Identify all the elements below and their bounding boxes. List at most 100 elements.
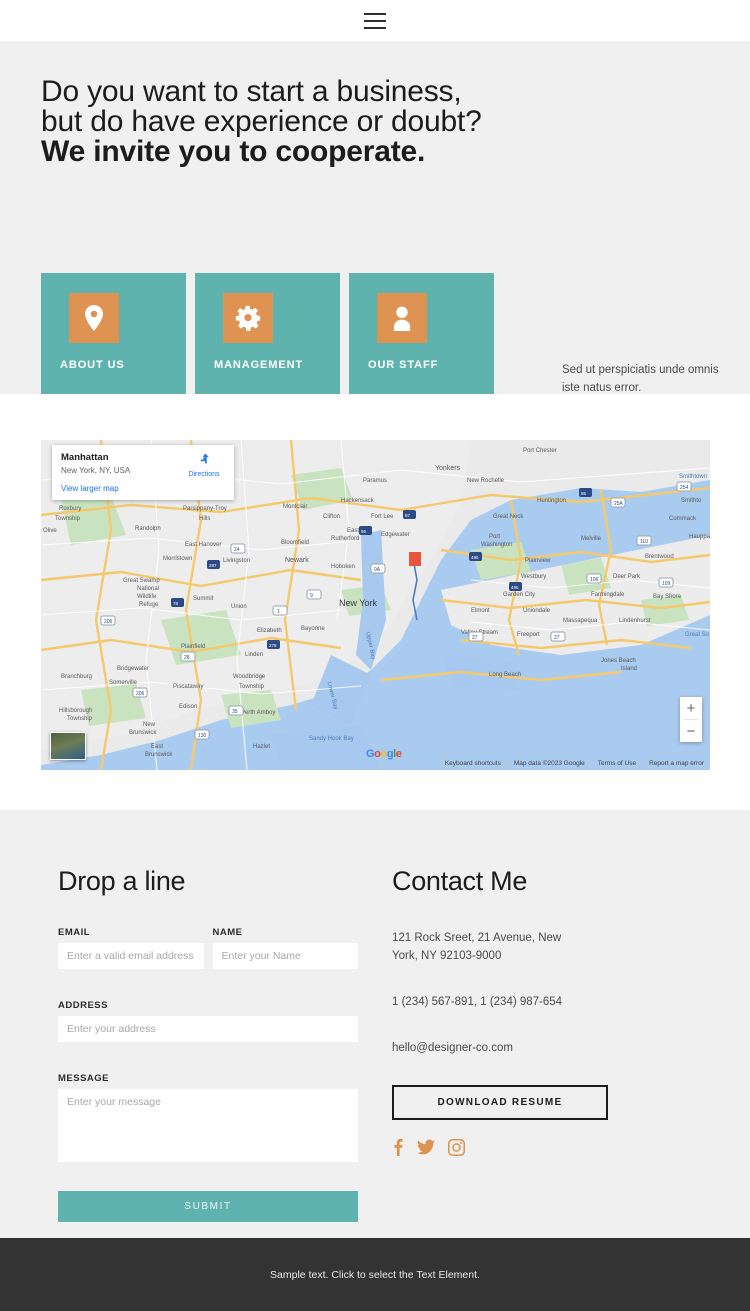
svg-text:Branchburg: Branchburg xyxy=(61,674,92,680)
svg-text:Wildlife: Wildlife xyxy=(137,594,157,600)
burger-line xyxy=(364,12,386,15)
map-info-card[interactable]: Manhattan New York, NY, USA View larger … xyxy=(52,445,234,500)
name-label: NAME xyxy=(212,927,243,938)
contact-email[interactable]: hello@designer-co.com xyxy=(392,1039,692,1057)
svg-text:National: National xyxy=(137,586,159,592)
svg-text:Newark: Newark xyxy=(285,557,309,564)
svg-text:Huntington: Huntington xyxy=(537,498,566,504)
hero-section: Do you want to start a business, but do … xyxy=(0,41,750,395)
svg-text:9: 9 xyxy=(310,593,313,599)
svg-text:Paramus: Paramus xyxy=(363,478,387,484)
street-view-thumbnail[interactable] xyxy=(50,732,86,760)
svg-text:Island: Island xyxy=(621,666,637,672)
email-label: EMAIL xyxy=(58,927,91,938)
svg-text:Lindenhurst: Lindenhurst xyxy=(619,618,651,624)
svg-text:Port: Port xyxy=(489,534,500,540)
email-input[interactable] xyxy=(58,943,204,969)
google-logo: Google xyxy=(366,748,402,760)
svg-text:35: 35 xyxy=(232,709,238,715)
svg-text:Brunswick: Brunswick xyxy=(145,752,173,758)
map-attribution: Keyboard shortcuts Map data ©2023 Google… xyxy=(439,757,710,770)
svg-text:110: 110 xyxy=(640,539,648,545)
svg-text:Hackensack: Hackensack xyxy=(341,498,375,504)
hero-heading: Do you want to start a business, but do … xyxy=(41,41,709,167)
svg-text:Uniondale: Uniondale xyxy=(523,608,551,614)
card-management[interactable]: MANAGEMENT xyxy=(195,273,340,395)
svg-text:Hoboken: Hoboken xyxy=(331,564,355,570)
terms-of-use-link[interactable]: Terms of Use xyxy=(590,757,642,770)
svg-text:87: 87 xyxy=(405,513,411,518)
contact-info-title: Contact Me xyxy=(392,866,528,896)
svg-text:Clifton: Clifton xyxy=(323,514,340,520)
site-header xyxy=(0,0,750,41)
facebook-icon[interactable] xyxy=(392,1138,404,1156)
svg-text:Plainfield: Plainfield xyxy=(181,644,205,650)
svg-text:130: 130 xyxy=(198,733,207,739)
svg-text:Roxbury: Roxbury xyxy=(59,506,81,512)
hamburger-menu-icon[interactable] xyxy=(364,12,386,29)
view-larger-map-link[interactable]: View larger map xyxy=(61,483,225,495)
svg-text:Smithtown: Smithtown xyxy=(679,474,707,480)
instagram-icon[interactable] xyxy=(448,1138,465,1156)
directions-button[interactable]: Directions xyxy=(183,452,225,478)
svg-text:27: 27 xyxy=(554,635,560,641)
svg-text:Piscataway: Piscataway xyxy=(173,684,203,690)
zoom-out-button[interactable]: − xyxy=(680,720,702,742)
svg-text:Olive: Olive xyxy=(43,528,57,534)
svg-text:Jones Beach: Jones Beach xyxy=(601,658,636,664)
svg-text:206: 206 xyxy=(136,691,145,697)
zoom-in-button[interactable]: + xyxy=(680,697,702,719)
svg-text:24: 24 xyxy=(234,547,240,553)
map-zoom-controls: + − xyxy=(680,697,702,742)
person-icon xyxy=(377,293,427,343)
form-row-email-name: EMAIL NAME xyxy=(58,927,358,969)
svg-text:Edgewater: Edgewater xyxy=(381,532,410,538)
directions-icon xyxy=(200,453,209,464)
contact-form-column: Drop a line EMAIL NAME ADDRESS MESSAGE xyxy=(58,866,358,1222)
field-group-message: MESSAGE xyxy=(58,1073,358,1167)
hero-line-2: but do have experience or doubt? xyxy=(41,105,482,138)
svg-text:Parsippany-Troy: Parsippany-Troy xyxy=(183,506,227,512)
svg-text:Elizabeth: Elizabeth xyxy=(257,628,282,634)
svg-text:Great Swamp: Great Swamp xyxy=(123,578,160,584)
svg-text:Deer Park: Deer Park xyxy=(613,574,641,580)
svg-text:Garden City: Garden City xyxy=(503,592,535,598)
download-resume-button[interactable]: DOWNLOAD RESUME xyxy=(392,1085,608,1120)
submit-button[interactable]: SUBMIT xyxy=(58,1191,358,1222)
svg-text:27: 27 xyxy=(472,635,478,641)
twitter-icon[interactable] xyxy=(417,1139,435,1155)
address-label: ADDRESS xyxy=(58,1000,108,1011)
svg-text:206: 206 xyxy=(104,619,113,625)
svg-text:278: 278 xyxy=(269,643,277,648)
svg-text:Montclair: Montclair xyxy=(283,504,307,510)
address-input[interactable] xyxy=(58,1016,358,1042)
svg-text:New Rochelle: New Rochelle xyxy=(467,478,505,484)
svg-text:1: 1 xyxy=(277,609,280,615)
svg-text:Plainview: Plainview xyxy=(525,558,551,564)
svg-text:East Hanover: East Hanover xyxy=(185,542,221,548)
report-map-error-link[interactable]: Report a map error xyxy=(642,757,710,770)
card-label: ABOUT US xyxy=(60,359,125,371)
burger-line xyxy=(364,19,386,22)
svg-text:Bay Shore: Bay Shore xyxy=(653,594,682,600)
svg-text:Summit: Summit xyxy=(193,596,214,602)
svg-text:Randolph: Randolph xyxy=(135,526,161,532)
contact-phones: 1 (234) 567-891, 1 (234) 987-654 xyxy=(392,996,563,1008)
map-data-credit: Map data ©2023 Google xyxy=(506,757,591,770)
keyboard-shortcuts-link[interactable]: Keyboard shortcuts xyxy=(439,757,507,770)
svg-text:25A: 25A xyxy=(614,501,624,507)
name-input[interactable] xyxy=(212,943,358,969)
card-our-staff[interactable]: OUR STAFF xyxy=(349,273,494,395)
message-textarea[interactable] xyxy=(58,1089,358,1162)
svg-text:Union: Union xyxy=(231,604,247,610)
feature-cards: ABOUT US MANAGEMENT OUR STAFF xyxy=(41,273,494,395)
svg-text:Hauppa: Hauppa xyxy=(689,534,710,540)
card-about-us[interactable]: ABOUT US xyxy=(41,273,186,395)
footer-text[interactable]: Sample text. Click to select the Text El… xyxy=(270,1269,480,1281)
svg-text:Commack: Commack xyxy=(669,516,697,522)
svg-text:Elmont: Elmont xyxy=(471,608,490,614)
hero-line-1: Do you want to start a business, xyxy=(41,75,462,108)
google-map[interactable]: Jefferson Port Chester Smithtown Paramus… xyxy=(41,440,710,770)
svg-text:28: 28 xyxy=(184,655,190,661)
svg-text:Bridgewater: Bridgewater xyxy=(117,666,149,672)
